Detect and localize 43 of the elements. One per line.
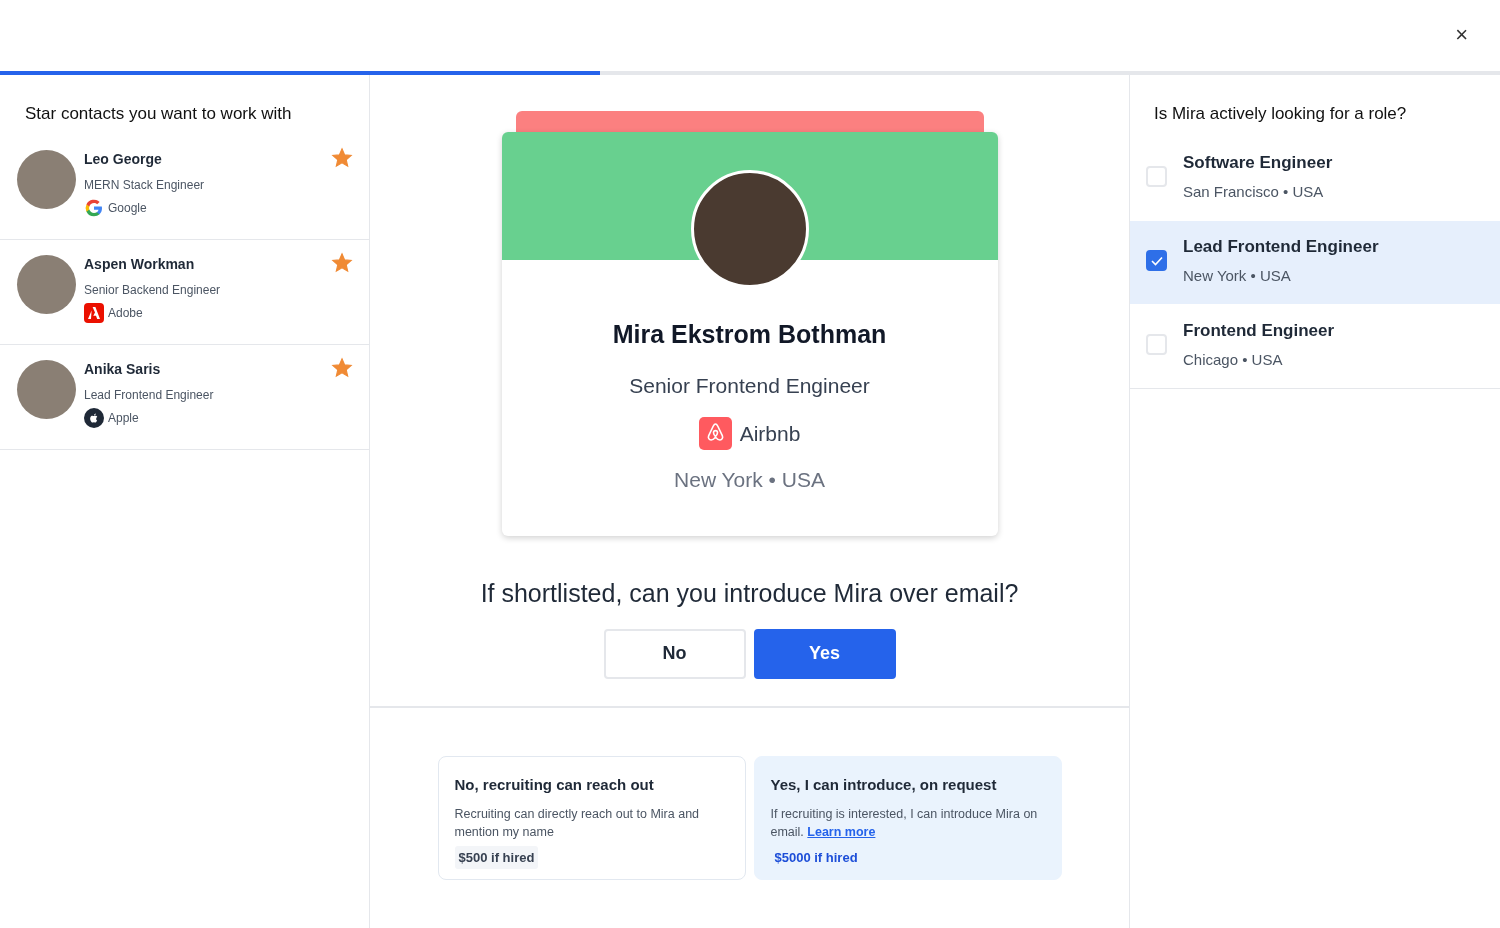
contact-role: Senior Backend Engineer [84, 281, 221, 299]
google-logo-icon [84, 197, 104, 218]
reward-label: $5000 if hired [773, 848, 859, 867]
checkbox[interactable] [1146, 250, 1167, 271]
role-location: New York • USA [1183, 266, 1292, 286]
role-title: Software Engineer [1183, 151, 1333, 174]
company-name: Google [108, 199, 147, 217]
profile-name: Mira Ekstrom Bothman [611, 319, 888, 350]
star-icon[interactable] [331, 146, 353, 169]
option-card[interactable]: No, recruiting can reach out Recruiting can directly reach out to Mira and mention my name $500 if hired [437, 756, 746, 880]
learn-more-link[interactable]: Learn more [807, 824, 876, 839]
contact-name: Aspen Workman [84, 254, 196, 274]
option-title: No, recruiting can reach out [454, 775, 655, 795]
contact-role: MERN Stack Engineer [84, 176, 205, 194]
role-title: Frontend Engineer [1183, 319, 1335, 342]
contact-name: Anika Saris [84, 359, 162, 379]
option-card[interactable]: Yes, I can introduce, on request If recruiting is interested, I can introduce Mira on email. Learn more $5000 if hired [753, 756, 1062, 880]
role-location: Chicago • USA [1183, 350, 1284, 370]
contact-role: Lead Frontend Engineer [84, 386, 214, 404]
reward-label: $500 if hired [454, 845, 539, 869]
adobe-logo-icon [84, 302, 104, 323]
role-title: Lead Frontend Engineer [1183, 235, 1379, 258]
company-name: Apple [108, 409, 139, 427]
option-description: Recruiting can directly reach out to Mira and mention my name [454, 805, 701, 841]
profile-location: New York • USA [673, 467, 826, 493]
checkmark-icon [1150, 255, 1163, 266]
company-name: Adobe [108, 304, 143, 322]
option-description: If recruiting is interested, I can introduce Mira on email. Learn more [770, 805, 1039, 841]
contact-name: Leo George [84, 149, 163, 169]
question-text: If shortlisted, can you introduce Mira over email? [480, 578, 1019, 609]
star-icon[interactable] [331, 356, 353, 379]
profile-role: Senior Frontend Engineer [628, 372, 871, 399]
close-button[interactable]: × [1451, 22, 1472, 48]
apple-logo-icon [84, 407, 104, 428]
star-icon[interactable] [331, 251, 353, 274]
panel-title: Star contacts you want to work with [24, 103, 293, 125]
answer-button[interactable]: Yes [753, 628, 896, 679]
airbnb-logo-icon [698, 417, 732, 450]
panel-title: Is Mira actively looking for a role? [1153, 103, 1408, 125]
role-location: San Francisco • USA [1183, 182, 1325, 202]
option-title: Yes, I can introduce, on request [770, 775, 998, 795]
company-name: Airbnb [739, 420, 801, 447]
answer-button[interactable]: No [603, 628, 746, 679]
